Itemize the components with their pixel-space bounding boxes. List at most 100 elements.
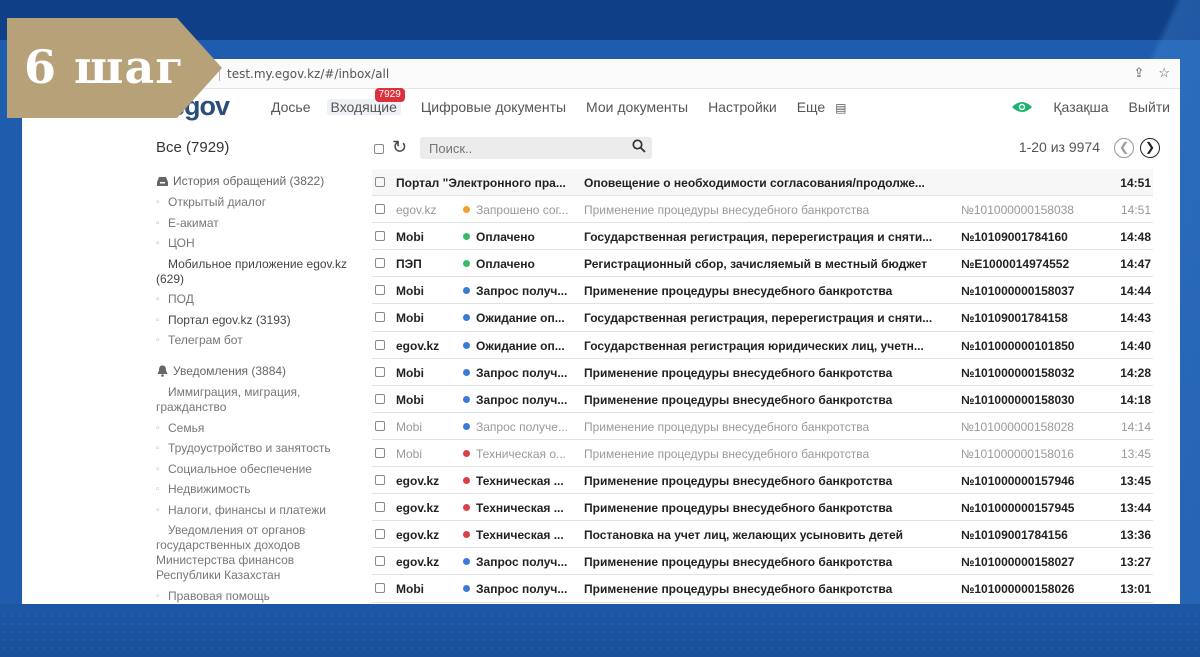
nav-my-docs[interactable]: Мои документы bbox=[586, 99, 688, 115]
nav-more-label: Еще bbox=[796, 99, 826, 115]
sidebar-item-legal-help[interactable]: Правовая помощь bbox=[156, 589, 361, 604]
row-checkbox[interactable] bbox=[375, 420, 385, 431]
row-checkbox[interactable] bbox=[375, 447, 385, 458]
sidebar-item-immigration[interactable]: Иммиграция, миграция, гражданство bbox=[156, 385, 361, 415]
sidebar-item-taxes[interactable]: Налоги, финансы и платежи bbox=[156, 503, 361, 518]
time-cell: 14:51 bbox=[1120, 176, 1151, 190]
table-row[interactable]: Mobi Запрос получ... Применение процедуры … bbox=[372, 575, 1153, 603]
row-checkbox[interactable] bbox=[375, 204, 385, 215]
status-text: Запрос получе... bbox=[476, 419, 568, 434]
sidebar-group-history[interactable]: История обращений (3822) bbox=[156, 174, 361, 188]
sidebar-item-open-dialog[interactable]: Открытый диалог bbox=[156, 195, 361, 210]
row-checkbox[interactable] bbox=[375, 339, 385, 350]
table-row[interactable]: Mobi Техническая о... Применение процедуры… bbox=[372, 440, 1153, 468]
prev-page-button[interactable]: ❮ bbox=[1114, 138, 1134, 158]
row-checkbox[interactable] bbox=[375, 285, 385, 296]
table-row[interactable]: egov.kz Запрос получ... Применение процеду… bbox=[372, 548, 1153, 576]
row-checkbox[interactable] bbox=[375, 475, 385, 486]
search-icon[interactable] bbox=[632, 139, 646, 153]
sidebar-group-notifications[interactable]: Уведомления (3884) bbox=[156, 364, 361, 378]
row-checkbox[interactable] bbox=[375, 258, 385, 269]
status-cell: Ожидание оп... bbox=[463, 339, 571, 353]
source-cell: egov.kz bbox=[396, 501, 440, 516]
nav-digital-docs[interactable]: Цифровые документы bbox=[421, 99, 566, 115]
table-row[interactable]: egov.kz Техническая ... Применение процеду… bbox=[372, 494, 1153, 522]
select-all-checkbox[interactable] bbox=[374, 144, 384, 154]
table-row[interactable]: egov.kz Запрошено сог... Применение процед… bbox=[372, 196, 1153, 224]
sidebar-item-employment[interactable]: Трудоустройство и занятость bbox=[156, 441, 361, 456]
row-checkbox[interactable] bbox=[375, 177, 385, 187]
time-cell: 14:18 bbox=[1120, 392, 1151, 407]
status-cell: Запрос получ... bbox=[463, 582, 571, 596]
row-checkbox[interactable] bbox=[375, 393, 385, 404]
status-cell: Техническая о... bbox=[463, 447, 571, 461]
number-cell: №101000000157946 bbox=[961, 474, 1075, 489]
nav-inbox[interactable]: Входящие 7929 bbox=[326, 88, 405, 115]
table-row[interactable]: Mobi Ожидание оп... Государственная регист… bbox=[372, 304, 1153, 332]
row-checkbox[interactable] bbox=[375, 529, 385, 540]
status-text: Запрос получ... bbox=[476, 555, 568, 570]
status-cell: Запрос получ... bbox=[463, 284, 571, 298]
nav-more[interactable]: Еще ▤ bbox=[797, 99, 847, 115]
row-checkbox[interactable] bbox=[375, 556, 385, 567]
language-switch[interactable]: Қазақша bbox=[1053, 99, 1108, 115]
status-text: Запрошено сог... bbox=[476, 203, 569, 218]
table-row[interactable]: ПЭП Оплачено Регистрационный сбор, зачисля… bbox=[372, 250, 1153, 278]
table-row[interactable]: Портал "Электронного пра... Оповещение о … bbox=[372, 169, 1153, 197]
next-page-button[interactable]: ❯ bbox=[1140, 138, 1160, 158]
source-cell: egov.kz bbox=[396, 203, 437, 218]
table-row[interactable]: Mobi Оплачено Государственная регистрация,… bbox=[372, 223, 1153, 251]
status-text: Запрос получ... bbox=[476, 392, 568, 407]
table-row[interactable]: Mobi Запрос получ... Применение процедуры … bbox=[372, 386, 1153, 413]
source-cell: ПЭП bbox=[396, 257, 422, 272]
row-checkbox[interactable] bbox=[375, 312, 385, 323]
share-icon[interactable]: ⇪ bbox=[1133, 65, 1144, 81]
table-row[interactable]: Mobi Запрос получе... Применение процедуры… bbox=[372, 413, 1153, 440]
logout-link[interactable]: Выйти bbox=[1129, 99, 1170, 115]
refresh-icon[interactable]: ↻ bbox=[392, 137, 407, 158]
number-cell: №101000000158028 bbox=[961, 419, 1074, 434]
number-cell: №101000000158027 bbox=[961, 555, 1075, 570]
table-row[interactable]: egov.kz Ожидание оп... Государственная рег… bbox=[372, 332, 1153, 359]
sidebar-item-pod[interactable]: ПОД bbox=[156, 292, 361, 307]
table-row[interactable]: Mobi Запрос получ... Применение процедуры … bbox=[372, 277, 1153, 305]
row-checkbox[interactable] bbox=[375, 502, 385, 513]
eye-icon[interactable] bbox=[1011, 100, 1033, 114]
sidebar-item-portal[interactable]: Портал egov.kz (3193) bbox=[156, 313, 361, 328]
row-checkbox[interactable] bbox=[375, 231, 385, 242]
source-cell: egov.kz bbox=[396, 474, 440, 489]
time-cell: 14:14 bbox=[1120, 419, 1151, 434]
url-text[interactable]: test.my.egov.kz/#/inbox/all bbox=[227, 67, 389, 81]
time-cell: 14:44 bbox=[1120, 284, 1151, 299]
sidebar-item-revenue-notices[interactable]: Уведомления от органов государственных д… bbox=[156, 523, 361, 583]
address-bar-icons: ⇪ ☆ bbox=[1133, 65, 1170, 81]
sidebar-item-e-akimat[interactable]: Е-акимат bbox=[156, 216, 361, 231]
bookmark-star-icon[interactable]: ☆ bbox=[1158, 65, 1170, 81]
sidebar-all[interactable]: Все (7929) bbox=[156, 139, 361, 156]
table-row[interactable]: egov.kz Техническая ... Применение процеду… bbox=[372, 467, 1153, 495]
sidebar-item-telegram[interactable]: Телеграм бот bbox=[156, 333, 361, 348]
row-checkbox[interactable] bbox=[375, 583, 385, 594]
subject-cell: Применение процедуры внесудебного банкро… bbox=[584, 474, 893, 489]
row-checkbox[interactable] bbox=[375, 366, 385, 377]
background-dots bbox=[0, 612, 1200, 652]
sidebar-item-realty[interactable]: Недвижимость bbox=[156, 482, 361, 497]
sidebar-item-mobile-app[interactable]: Мобильное приложение egov.kz (629) bbox=[156, 257, 361, 287]
time-cell: 13:45 bbox=[1120, 446, 1151, 461]
source-cell: Mobi bbox=[396, 446, 423, 461]
search-input[interactable] bbox=[420, 137, 652, 159]
sidebar-item-family[interactable]: Семья bbox=[156, 421, 361, 436]
status-text: Техническая ... bbox=[476, 501, 564, 516]
table-row[interactable]: egov.kz Техническая ... Постановка на учет… bbox=[372, 521, 1153, 549]
sidebar-item-con[interactable]: ЦОН bbox=[156, 236, 361, 251]
subject-cell: Применение процедуры внесудебного банкро… bbox=[584, 284, 893, 299]
number-cell: №101000000158037 bbox=[961, 284, 1075, 299]
nav-settings[interactable]: Настройки bbox=[708, 99, 777, 115]
table-row[interactable]: Mobi Запрос получ... Применение процедуры … bbox=[372, 359, 1153, 386]
source-cell: Mobi bbox=[396, 365, 424, 380]
status-cell: Оплачено bbox=[463, 230, 571, 244]
nav-dossier[interactable]: Досье bbox=[271, 99, 311, 115]
sidebar-group-label: Уведомления (3884) bbox=[173, 364, 287, 378]
sidebar-item-social[interactable]: Социальное обеспечение bbox=[156, 462, 361, 477]
source-cell: egov.kz bbox=[396, 555, 440, 570]
